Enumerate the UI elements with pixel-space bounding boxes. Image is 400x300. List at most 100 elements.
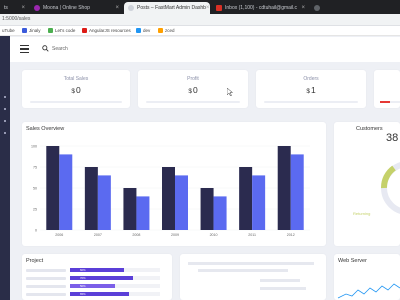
bar-2010-series-2 xyxy=(213,196,227,230)
stat-title: Profit xyxy=(187,76,199,82)
x-tick-label: 2007 xyxy=(94,233,102,237)
project-row: 50% xyxy=(26,284,176,289)
bookmark-label: AngularJS resources xyxy=(89,27,131,33)
project-row: 70% xyxy=(26,276,176,281)
close-icon[interactable]: × xyxy=(301,5,305,11)
tab-label: Moona | Online Shop xyxy=(43,5,90,11)
customers-legend: Returning xyxy=(353,211,371,216)
browser-tab-4[interactable]: Inbox (1,100) - cdtuhail@gmail.c × xyxy=(212,2,308,14)
bar-2007-series-2 xyxy=(97,175,111,230)
placeholder-line xyxy=(188,262,314,265)
project-row: 60% xyxy=(26,268,176,273)
sidebar-nav-icon[interactable] xyxy=(4,120,6,122)
bar-2011-series-2 xyxy=(252,175,266,230)
stat-number: 0 xyxy=(192,85,198,95)
search-input[interactable] xyxy=(52,44,172,54)
bookmark-icon xyxy=(22,27,27,33)
bookmarks-bar: uTube Jinaly Let's code AngularJS resour… xyxy=(0,26,400,36)
bookmark-icon xyxy=(136,27,141,33)
project-row-label xyxy=(26,285,66,288)
placeholder-line xyxy=(198,269,288,272)
bar-2009-series-1 xyxy=(162,167,175,230)
bookmark-angularjs[interactable]: AngularJS resources xyxy=(82,27,131,33)
project-progress-fill: 70% xyxy=(70,276,133,280)
stat-progress-bar xyxy=(264,101,358,103)
page-favicon-icon xyxy=(128,5,134,11)
project-progress-track: 65% xyxy=(70,292,160,296)
globe-favicon-icon xyxy=(314,5,320,11)
project-progress-track: 70% xyxy=(70,276,160,280)
customers-donut xyxy=(381,162,400,214)
bookmark-zced[interactable]: zced xyxy=(158,27,175,33)
stat-progress-bar xyxy=(30,101,122,103)
stat-value: $1 xyxy=(256,85,366,95)
browser-tab-1[interactable]: ts × xyxy=(0,2,28,14)
bar-2009-series-2 xyxy=(175,175,188,230)
currency-symbol: $ xyxy=(306,88,310,95)
partial-stat-card xyxy=(374,70,400,108)
sidebar-nav-icon[interactable] xyxy=(4,108,6,110)
sidebar-nav-icon[interactable] xyxy=(4,132,6,134)
tab-label: Posts – FastMart Admin Dashb xyxy=(137,5,206,11)
top-header xyxy=(10,37,400,62)
web-server-sparkline xyxy=(337,283,400,299)
bookmark-label: uTube xyxy=(2,27,15,33)
project-row: 65% xyxy=(26,292,176,297)
browser-tab-3[interactable]: Posts – FastMart Admin Dashb × xyxy=(124,2,210,14)
bar-2006-series-1 xyxy=(46,146,60,230)
x-tick-label: 2012 xyxy=(287,233,295,237)
close-icon[interactable]: × xyxy=(206,5,210,11)
browser-tab-strip: ts × Moona | Online Shop × Posts – FastM… xyxy=(0,0,400,14)
currency-symbol: $ xyxy=(188,88,192,95)
close-icon[interactable]: × xyxy=(115,5,119,11)
close-icon[interactable]: × xyxy=(21,5,25,11)
bookmark-jinaly[interactable]: Jinaly xyxy=(22,27,41,33)
stat-number: 0 xyxy=(75,85,81,95)
bookmark-youtube[interactable]: uTube xyxy=(2,28,15,33)
y-tick-label: 75 xyxy=(33,165,37,169)
stat-title: Total Sales xyxy=(63,76,89,82)
y-tick-label: 25 xyxy=(33,207,37,211)
bar-2012-series-2 xyxy=(290,154,304,230)
project-row-label xyxy=(26,277,66,280)
total-sales-card: Total Sales $0 xyxy=(22,70,130,108)
gmail-favicon-icon xyxy=(216,5,222,11)
project-row-label xyxy=(26,269,66,272)
project-progress-fill: 60% xyxy=(70,268,124,272)
orders-card: Orders $1 xyxy=(256,70,366,108)
y-tick-label: 100 xyxy=(31,144,37,148)
stat-progress-bar xyxy=(380,101,390,103)
search-icon xyxy=(42,45,49,52)
bookmark-lets-code[interactable]: Let's code xyxy=(48,27,76,33)
x-tick-label: 2009 xyxy=(171,233,179,237)
tab-label: ts xyxy=(4,5,8,11)
sidebar-nav-icon[interactable] xyxy=(4,96,6,98)
bar-2007-series-1 xyxy=(84,167,98,230)
x-tick-label: 2011 xyxy=(248,233,256,237)
sales-chart: 0 25 50 75 100 2006 2007 2008 2009 2010 2011 2012 xyxy=(31,144,310,237)
bar-2008-series-1 xyxy=(123,188,137,230)
browser-tab-2[interactable]: Moona | Online Shop × xyxy=(30,2,122,14)
currency-symbol: $ xyxy=(71,88,75,95)
tab-label: Inbox (1,100) - cdtuhail@gmail.c xyxy=(225,5,298,11)
y-tick-label: 0 xyxy=(35,228,37,232)
bar-2006-series-2 xyxy=(59,154,73,230)
project-progress-fill: 65% xyxy=(70,292,129,296)
browser-tab-5[interactable] xyxy=(310,2,400,14)
address-bar[interactable]: 1:5000/sales xyxy=(0,14,400,26)
mouse-cursor-icon xyxy=(227,88,233,96)
bookmark-label: zced xyxy=(165,27,175,33)
bar-2011-series-1 xyxy=(239,167,253,230)
bar-2010-series-1 xyxy=(200,188,214,230)
bookmark-dev[interactable]: dev xyxy=(136,27,150,33)
bookmark-label: Let's code xyxy=(55,27,76,33)
project-title: Project xyxy=(26,258,44,264)
project-row-label xyxy=(26,293,66,296)
project-progress-track: 50% xyxy=(70,284,160,288)
menu-toggle-icon[interactable] xyxy=(20,45,29,53)
angular-icon xyxy=(82,27,87,33)
project-progress-fill: 50% xyxy=(70,284,115,288)
y-tick-label: 50 xyxy=(33,186,37,190)
project-progress-track: 60% xyxy=(70,268,160,272)
placeholder-line xyxy=(260,287,306,290)
